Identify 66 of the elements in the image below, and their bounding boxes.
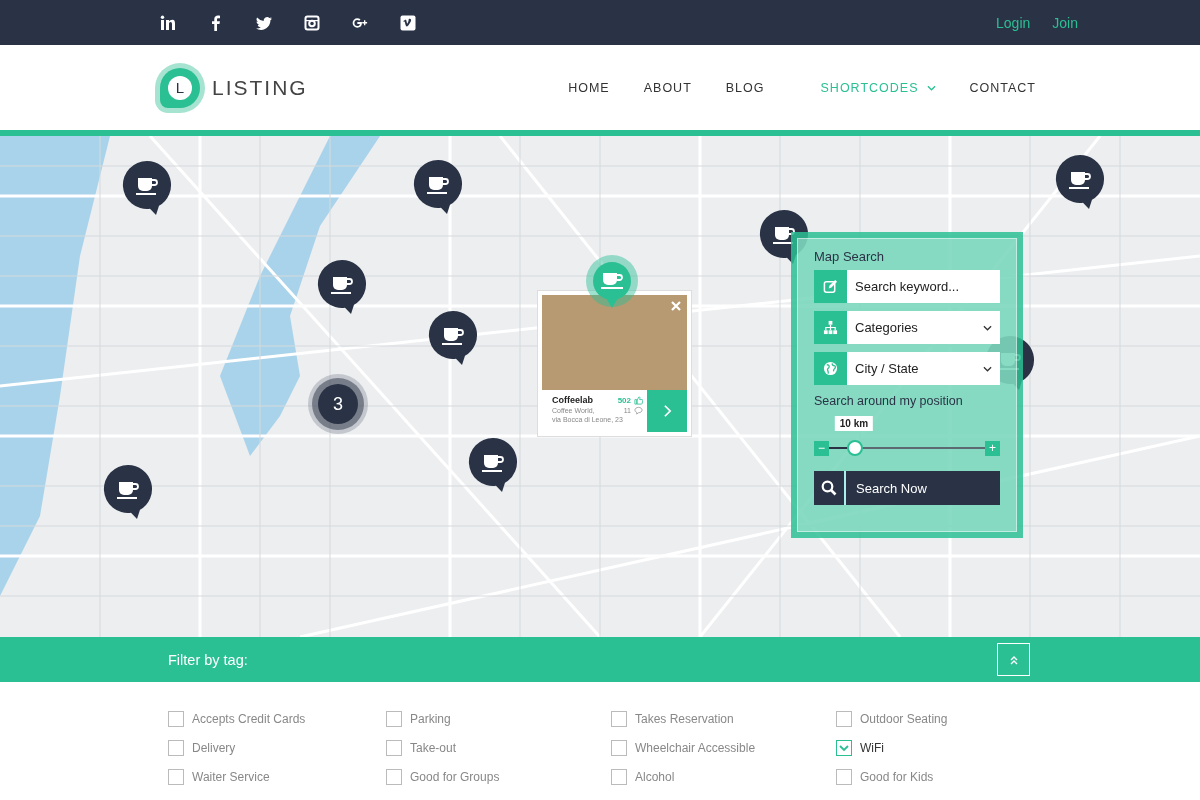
- checkbox[interactable]: [168, 740, 184, 756]
- chevron-down-icon: [983, 324, 992, 331]
- coffee-map-pin[interactable]: [103, 464, 153, 520]
- tag-label[interactable]: Waiter Service: [192, 770, 270, 784]
- tag-label[interactable]: Parking: [410, 712, 451, 726]
- coffee-map-pin[interactable]: [1055, 154, 1105, 210]
- edit-icon: [814, 270, 847, 303]
- thumbs-up-icon: [634, 395, 643, 405]
- place-name: Coffeelab: [552, 395, 594, 405]
- keyword-input[interactable]: Search keyword...: [847, 270, 1000, 303]
- speech-bubble-icon: [634, 406, 643, 415]
- radius-value: 10 km: [834, 416, 874, 431]
- nav-link[interactable]: BLOG: [708, 74, 782, 101]
- camera-icon[interactable]: [304, 14, 320, 31]
- tag-label[interactable]: Takes Reservation: [635, 712, 734, 726]
- tag-label[interactable]: Take-out: [410, 741, 457, 755]
- tag-label[interactable]: Delivery: [192, 741, 236, 755]
- search-now-button[interactable]: Search Now: [814, 471, 1000, 505]
- tag-label[interactable]: Good for Groups: [410, 770, 500, 784]
- tag-label[interactable]: Accepts Credit Cards: [192, 712, 306, 726]
- collapse-button[interactable]: [997, 643, 1030, 676]
- nav-link[interactable]: ABOUT: [626, 74, 709, 101]
- linkedin-icon[interactable]: [160, 14, 176, 31]
- coffee-map-pin[interactable]: [428, 310, 478, 366]
- checkbox[interactable]: [168, 769, 184, 785]
- checkbox[interactable]: [611, 769, 627, 785]
- twitter-icon[interactable]: [256, 14, 272, 31]
- checkbox[interactable]: [386, 769, 402, 785]
- checkbox[interactable]: [611, 711, 627, 727]
- vimeo-icon[interactable]: [400, 14, 416, 31]
- coffee-map-pin[interactable]: [468, 437, 518, 493]
- auth-link[interactable]: Join: [1052, 14, 1078, 31]
- logo-text[interactable]: LISTING: [212, 75, 308, 100]
- tag-label[interactable]: Wheelchair Accessible: [635, 741, 756, 755]
- category-dropdown[interactable]: Categories: [814, 311, 1000, 344]
- slider-thumb[interactable]: [846, 440, 863, 456]
- tag-label[interactable]: Good for Kids: [860, 770, 934, 784]
- search-icon: [821, 480, 837, 496]
- globe-icon: [814, 352, 847, 385]
- location-dropdown[interactable]: City / State: [814, 352, 1000, 385]
- checkbox[interactable]: [386, 740, 402, 756]
- like-count: 502: [617, 395, 631, 405]
- coffee-map-pin[interactable]: [122, 160, 172, 216]
- coffee-map-pin[interactable]: [413, 159, 463, 215]
- auth-link[interactable]: Login: [996, 14, 1031, 31]
- hierarchy-icon: [814, 311, 847, 344]
- checkbox[interactable]: [836, 711, 852, 727]
- chevron-right-icon: [662, 404, 672, 418]
- close-icon[interactable]: [671, 301, 681, 311]
- double-chevron-up-icon: [1008, 654, 1019, 665]
- radius-label: Search around my position: [814, 394, 964, 408]
- nav-link[interactable]: HOME: [551, 74, 627, 101]
- filter-title: Filter by tag:: [168, 651, 248, 668]
- chevron-down-icon: [983, 365, 992, 372]
- tag-label[interactable]: Outdoor Seating: [860, 712, 948, 726]
- checkbox[interactable]: [611, 740, 627, 756]
- tag-label[interactable]: WiFi: [860, 741, 884, 755]
- checkbox[interactable]: [836, 740, 852, 756]
- checkbox[interactable]: [386, 711, 402, 727]
- check-icon: [839, 744, 849, 752]
- coffee-map-pin[interactable]: [317, 259, 367, 315]
- tag-label[interactable]: Alcohol: [635, 770, 675, 784]
- panel-title: Map Search: [814, 249, 886, 264]
- checkbox[interactable]: [836, 769, 852, 785]
- nav-link[interactable]: CONTACT: [952, 74, 1040, 101]
- checkbox[interactable]: [168, 711, 184, 727]
